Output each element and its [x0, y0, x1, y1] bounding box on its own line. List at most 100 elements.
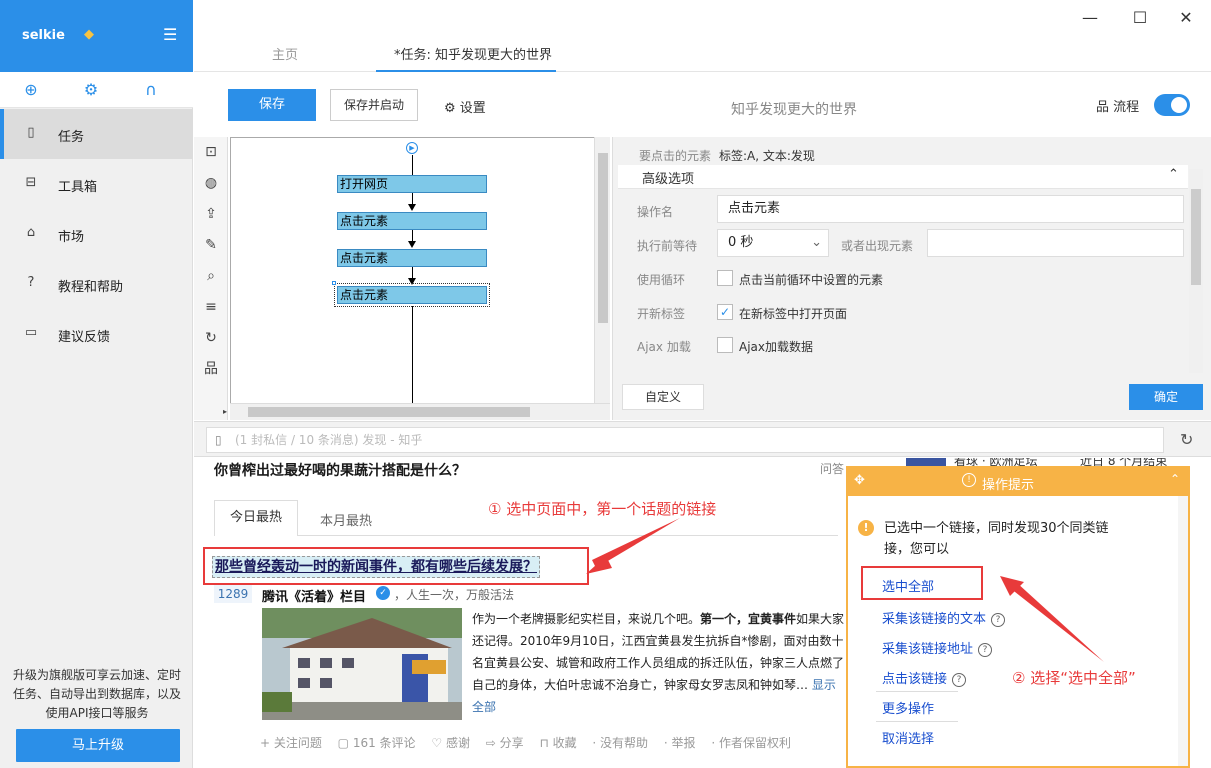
tab-month-hot[interactable]: 本月最热 [320, 510, 372, 529]
vote-count[interactable]: 1289 [214, 585, 252, 603]
sidebar-item-task[interactable]: ▯ 任务 [0, 109, 193, 159]
active-tab-indicator [376, 70, 556, 72]
hamburger-menu-icon[interactable]: ☰ [163, 27, 177, 43]
loop-label: 使用循环 [637, 273, 686, 287]
sidebar-item-label: 任务 [58, 130, 85, 145]
refresh-icon[interactable]: ↻ [1180, 430, 1193, 449]
peek-thumbnail [906, 458, 946, 466]
canvas-horizontal-scrollbar[interactable] [230, 403, 610, 420]
verified-icon: ✓ [376, 586, 390, 600]
topic-link[interactable]: 那些曾经轰动一时的新闻事件，都有哪些后续发展？ [212, 556, 540, 578]
answer-thumbnail[interactable] [262, 608, 462, 720]
app-name: selkie [22, 28, 65, 43]
flow-node-click[interactable]: 点击元素 [337, 249, 487, 267]
sidebar-item-toolbox[interactable]: ⊟ 工具箱 [0, 159, 193, 209]
confirm-button[interactable]: 确定 [1129, 384, 1203, 410]
ajax-checkbox[interactable] [717, 337, 733, 353]
loop-checkbox[interactable] [717, 270, 733, 286]
sidebar-item-market[interactable]: ⌂ 市场 [0, 209, 193, 259]
tab-task[interactable]: *任务: 知乎发现更大的世界 [394, 44, 552, 63]
op-name-input[interactable]: 点击元素 [717, 195, 1184, 223]
new-tab-checkbox-checked[interactable]: ✓ [717, 304, 733, 320]
ajax-text: Ajax加载数据 [739, 340, 813, 354]
click-tool-icon[interactable]: ◍ [202, 174, 220, 192]
popup-title: 操作提示 [982, 478, 1035, 493]
chevron-up-icon[interactable]: ⌃ [1168, 167, 1179, 182]
option-more-actions[interactable]: 更多操作 [882, 698, 934, 717]
loop-text: 点击当前循环中设置的元素 [739, 273, 884, 287]
question-circle-icon: ? [27, 275, 35, 290]
open-page-tool-icon[interactable]: ⊡ [202, 143, 220, 161]
wait-select[interactable]: 0 秒 ⌄ [717, 229, 829, 257]
operation-tips-popup: ✥ ! 操作提示 ⌃ ! 已选中一个链接，同时发现30个同类链接，您可以 选中全… [846, 466, 1190, 768]
building-photo [262, 608, 462, 720]
save-button[interactable]: 保存 [228, 89, 316, 121]
custom-button[interactable]: 自定义 [622, 384, 704, 410]
scroll-thumb[interactable] [248, 407, 530, 417]
flowchart-icon: 品 [1096, 100, 1114, 115]
add-circle-icon[interactable]: ⊕ [22, 81, 40, 99]
input-text-tool-icon[interactable]: ✎ [202, 236, 220, 254]
branch-tool-icon[interactable]: 品 [202, 360, 220, 378]
ajax-label: Ajax 加载 [637, 340, 691, 354]
sidebar-header: selkie ◆ ☰ [0, 0, 193, 72]
maximize-icon[interactable]: ☐ [1130, 8, 1150, 28]
url-input[interactable]: ▯ (1 封私信 / 10 条消息) 发现 - 知乎 [206, 427, 1164, 453]
close-icon[interactable]: ✕ [1176, 8, 1196, 28]
settings-button[interactable]: ⚙ 设置 [444, 97, 486, 116]
scroll-thumb[interactable] [1191, 189, 1201, 285]
document-icon: ▯ [27, 125, 35, 140]
question-title[interactable]: 你曾榨出过最好喝的果蔬汁搭配是什么？ [214, 460, 466, 480]
diamond-icon[interactable]: ◆ [84, 28, 98, 42]
option-cancel-selection[interactable]: 取消选择 [882, 728, 934, 747]
option-extract-url[interactable]: 采集该链接地址? [882, 638, 993, 657]
headset-icon[interactable]: ∩ [142, 81, 160, 99]
flow-node-click[interactable]: 点击元素 [337, 212, 487, 230]
chat-bubble-icon: ▭ [24, 325, 38, 340]
or-appear-input[interactable] [927, 229, 1184, 257]
annotation-step-2: ② 选择“选中全部” [1012, 669, 1136, 687]
move-icon[interactable]: ✥ [854, 473, 865, 488]
toolbar: 保存 保存并启动 ⚙ 设置 知乎发现更大的世界 品 流程 [194, 73, 1211, 137]
flow-canvas[interactable]: ▶ 打开网页 点击元素 点击元素 点击元素 [230, 137, 610, 420]
answer-excerpt[interactable]: 作为一个老牌摄影纪实栏目，来说几个吧。第一个，宜黄事件如果大家还记得。2010年… [472, 608, 847, 718]
wait-label: 执行前等待 [637, 239, 698, 253]
option-click-link[interactable]: 点击该链接? [882, 668, 967, 687]
start-node-icon[interactable]: ▶ [406, 142, 418, 154]
captcha-tool-icon[interactable]: ⌕ [202, 267, 220, 285]
scroll-thumb[interactable] [598, 153, 608, 323]
popup-scrollbar[interactable] [1178, 496, 1188, 766]
gear-icon[interactable]: ⚙ [82, 81, 100, 99]
advanced-options-header[interactable]: 高级选项 ⌃ [618, 165, 1188, 189]
tab-home[interactable]: 主页 [272, 44, 298, 63]
panel-scrollbar[interactable] [1189, 169, 1203, 373]
flow-node-click-selected[interactable]: 点击元素 [334, 283, 490, 307]
flow-tool-palette: ⊡ ◍ ⇪ ✎ ⌕ ≡ ↻ 品 ▸ [194, 137, 228, 420]
sidebar-item-help[interactable]: ? 教程和帮助 [0, 259, 193, 309]
canvas-vertical-scrollbar[interactable] [594, 137, 610, 403]
popup-header[interactable]: ✥ ! 操作提示 ⌃ [848, 468, 1188, 496]
upgrade-button[interactable]: 马上升级 [16, 729, 180, 762]
option-extract-text[interactable]: 采集该链接的文本? [882, 608, 1006, 627]
tab-today-hot[interactable]: 今日最热 [214, 500, 298, 536]
flow-node-open-page[interactable]: 打开网页 [337, 175, 487, 193]
save-and-start-button[interactable]: 保存并启动 [330, 89, 418, 121]
minimize-icon[interactable]: — [1080, 8, 1100, 28]
select-option-tool-icon[interactable]: ≡ [202, 298, 220, 316]
author-name[interactable]: 腾讯《活着》栏目 [262, 586, 366, 605]
selection-handle[interactable] [332, 281, 336, 285]
sidebar-item-feedback[interactable]: ▭ 建议反馈 [0, 309, 193, 359]
extract-tool-icon[interactable]: ⇪ [202, 205, 220, 223]
collapse-icon[interactable]: ⌃ [1170, 472, 1180, 486]
title-bar: — ☐ ✕ 主页 *任务: 知乎发现更大的世界 [194, 0, 1211, 72]
flow-arrow [408, 241, 416, 248]
help-icon[interactable]: ? [952, 673, 967, 687]
help-icon[interactable]: ? [978, 643, 993, 657]
option-label: 点击该链接 [882, 672, 948, 687]
new-tab-text: 在新标签中打开页面 [739, 307, 848, 321]
option-select-all[interactable]: 选中全部 [882, 576, 934, 595]
flow-toggle[interactable] [1154, 94, 1190, 116]
answer-actions[interactable]: + 关注问题 ▢ 161 条评论 ♡ 感谢 ⇨ 分享 ⊓ 收藏 · 没有帮助 ·… [260, 734, 791, 751]
loop-tool-icon[interactable]: ↻ [202, 329, 220, 347]
advanced-options-title: 高级选项 [642, 172, 695, 187]
